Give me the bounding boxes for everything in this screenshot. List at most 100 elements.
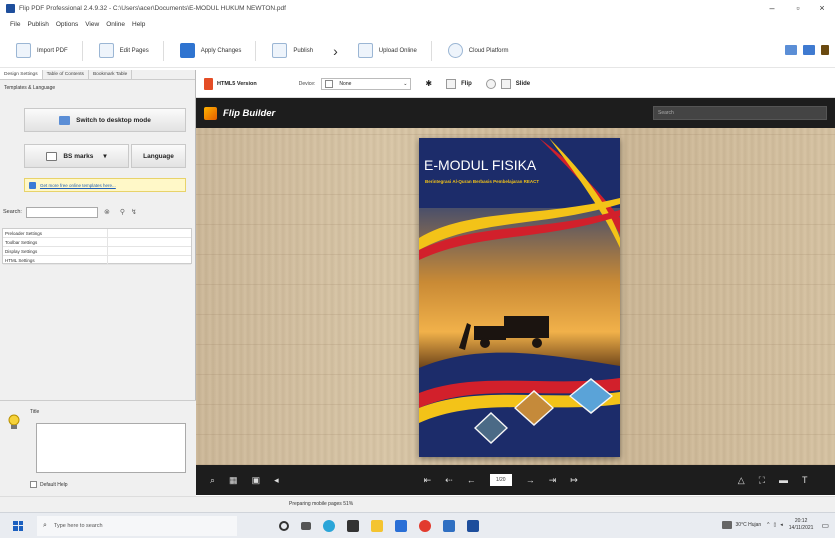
- app-icon: [6, 3, 15, 13]
- thumbnails-icon[interactable]: ▦: [229, 475, 238, 486]
- tab-table-of-contents[interactable]: Table of Contents: [43, 70, 89, 79]
- radio-icon: [485, 78, 496, 89]
- status-bar: Preparing mobile pages 51%: [0, 496, 835, 512]
- print-icon[interactable]: ▬: [779, 475, 788, 485]
- book-cover[interactable]: E-MODUL FISIKA Berintegrasi Al-Quran Ber…: [419, 138, 620, 457]
- flip-pdf-icon[interactable]: [467, 519, 479, 532]
- share-icon[interactable]: △: [738, 475, 745, 486]
- status-text: Preparing mobile pages 51%: [289, 501, 354, 507]
- book-search-input[interactable]: Search: [653, 106, 827, 120]
- taskbar: ⌕ Type here to search 30°C Hujan ^ ▯ ◂ 2…: [0, 512, 835, 538]
- help-text-area[interactable]: [36, 423, 186, 473]
- more-templates-link[interactable]: Get more free online templates here...: [40, 183, 116, 188]
- store-icon[interactable]: [347, 519, 359, 532]
- forward-icon[interactable]: →: [526, 475, 535, 485]
- task-view-icon[interactable]: [301, 521, 311, 530]
- search-input[interactable]: [25, 206, 98, 218]
- minimize-button[interactable]: –: [761, 0, 783, 16]
- chevron-down-icon: ▾: [103, 153, 107, 160]
- table-row[interactable]: Toolbar Settings: [3, 238, 191, 247]
- photos-icon[interactable]: [443, 519, 455, 532]
- menu-publish[interactable]: Publish: [27, 21, 48, 28]
- list-view-icon[interactable]: [803, 45, 815, 55]
- maximize-button[interactable]: ▫: [787, 0, 809, 16]
- previous-page-icon[interactable]: ⇠: [445, 475, 453, 486]
- search-icon: ⌕: [43, 521, 47, 529]
- cortana-icon[interactable]: [279, 520, 289, 531]
- taskbar-apps: [279, 519, 491, 532]
- clock[interactable]: 20:12 14/11/2021: [789, 518, 814, 532]
- html5-version-button[interactable]: HTML5 Version: [204, 77, 257, 90]
- slide-icon: [500, 78, 511, 89]
- tab-bookmark-table[interactable]: Bookmark Table: [89, 70, 133, 79]
- mail-icon[interactable]: [395, 519, 407, 532]
- table-row[interactable]: Preloader Settings: [3, 229, 191, 238]
- device-select[interactable]: None ⌄: [321, 77, 412, 90]
- windows-start-icon[interactable]: [13, 520, 23, 531]
- templates-label: Templates & Language: [4, 85, 56, 91]
- html5-icon: [204, 77, 213, 90]
- zoom-icon[interactable]: ⌕: [210, 475, 215, 486]
- publish-icon: [272, 43, 288, 58]
- edge-icon[interactable]: [323, 519, 335, 532]
- weather-icon[interactable]: [721, 521, 732, 529]
- taskbar-search[interactable]: ⌕ Type here to search: [37, 515, 237, 536]
- chevron-up-icon[interactable]: ^: [767, 522, 769, 528]
- cloud-icon: [447, 43, 463, 58]
- apply-changes-button[interactable]: Apply Changes: [172, 40, 250, 62]
- close-button[interactable]: ×: [811, 0, 833, 16]
- menu-options[interactable]: Options: [56, 21, 78, 28]
- last-page-icon[interactable]: ↦: [570, 475, 578, 486]
- default-help-checkbox[interactable]: Default Help: [30, 481, 68, 488]
- grid-view-icon[interactable]: [785, 45, 797, 55]
- menu-online[interactable]: Online: [106, 21, 125, 28]
- flip-control-bar: ⌕ ▦ ▣ ◂ ⇤ ⇠ ← 1/20 → ⇥ ↦ △ ⛶ ▬ T: [196, 465, 835, 495]
- fullscreen-icon[interactable]: ⛶: [759, 475, 765, 486]
- switch-desktop-mode-button[interactable]: Switch to desktop mode: [24, 108, 186, 132]
- menu-bar: File Publish Options View Online Help: [0, 16, 835, 32]
- device-icon: [325, 79, 334, 88]
- flip-header: Flip Builder Search: [196, 98, 835, 128]
- template-button[interactable]: BS marks ▾: [24, 144, 129, 168]
- notification-icon[interactable]: ▭: [821, 521, 829, 530]
- flip-icon: [446, 78, 457, 89]
- table-row[interactable]: Display Settings: [3, 247, 191, 256]
- sound-icon[interactable]: ◂: [274, 475, 279, 486]
- expand-icon[interactable]: ↯: [131, 208, 137, 216]
- edit-pages-button[interactable]: Edit Pages: [91, 40, 157, 62]
- upload-online-button[interactable]: Upload Online: [350, 40, 425, 62]
- file-explorer-icon[interactable]: [371, 519, 383, 532]
- table-row[interactable]: HTML Settings: [3, 256, 191, 265]
- menu-help[interactable]: Help: [132, 21, 145, 28]
- preview-toolbar: HTML5 Version Device: None ⌄ ✱ Flip Slide: [196, 70, 835, 98]
- publish-button[interactable]: Publish: [264, 40, 321, 62]
- table-of-contents-icon[interactable]: ▣: [252, 475, 261, 486]
- chrome-icon[interactable]: [419, 519, 431, 532]
- language-button[interactable]: Language: [131, 144, 186, 168]
- cover-art: [419, 138, 620, 457]
- cloud-platform-button[interactable]: Cloud Platform: [440, 40, 517, 62]
- templates-link-box: Get more free online templates here...: [24, 178, 186, 192]
- panel-tabs: Design Settings Table of Contents Bookma…: [0, 70, 195, 80]
- flip-mode-button[interactable]: Flip: [446, 78, 472, 89]
- volume-icon[interactable]: ◂: [780, 522, 783, 528]
- menu-view[interactable]: View: [85, 21, 99, 28]
- divider: [255, 40, 257, 61]
- more-icon[interactable]: [821, 45, 829, 55]
- filter-icon[interactable]: ⚲: [120, 208, 125, 216]
- import-pdf-button[interactable]: Import PDF: [8, 40, 76, 62]
- page-number-input[interactable]: 1/20: [489, 474, 512, 486]
- template-icon: [46, 151, 58, 161]
- apply-changes-icon: [179, 43, 195, 58]
- tab-design-settings[interactable]: Design Settings: [0, 70, 43, 79]
- first-page-icon[interactable]: ⇤: [424, 475, 432, 486]
- cover-title: E-MODUL FISIKA: [424, 157, 537, 173]
- back-icon[interactable]: ←: [467, 475, 476, 485]
- clear-search-icon[interactable]: ⊗: [104, 208, 110, 216]
- slide-mode-button[interactable]: Slide: [485, 78, 530, 89]
- text-icon[interactable]: T: [802, 475, 808, 485]
- settings-icon[interactable]: ✱: [425, 79, 432, 88]
- next-page-icon[interactable]: ⇥: [549, 475, 557, 486]
- network-icon[interactable]: ▯: [774, 522, 777, 528]
- menu-file[interactable]: File: [10, 21, 20, 28]
